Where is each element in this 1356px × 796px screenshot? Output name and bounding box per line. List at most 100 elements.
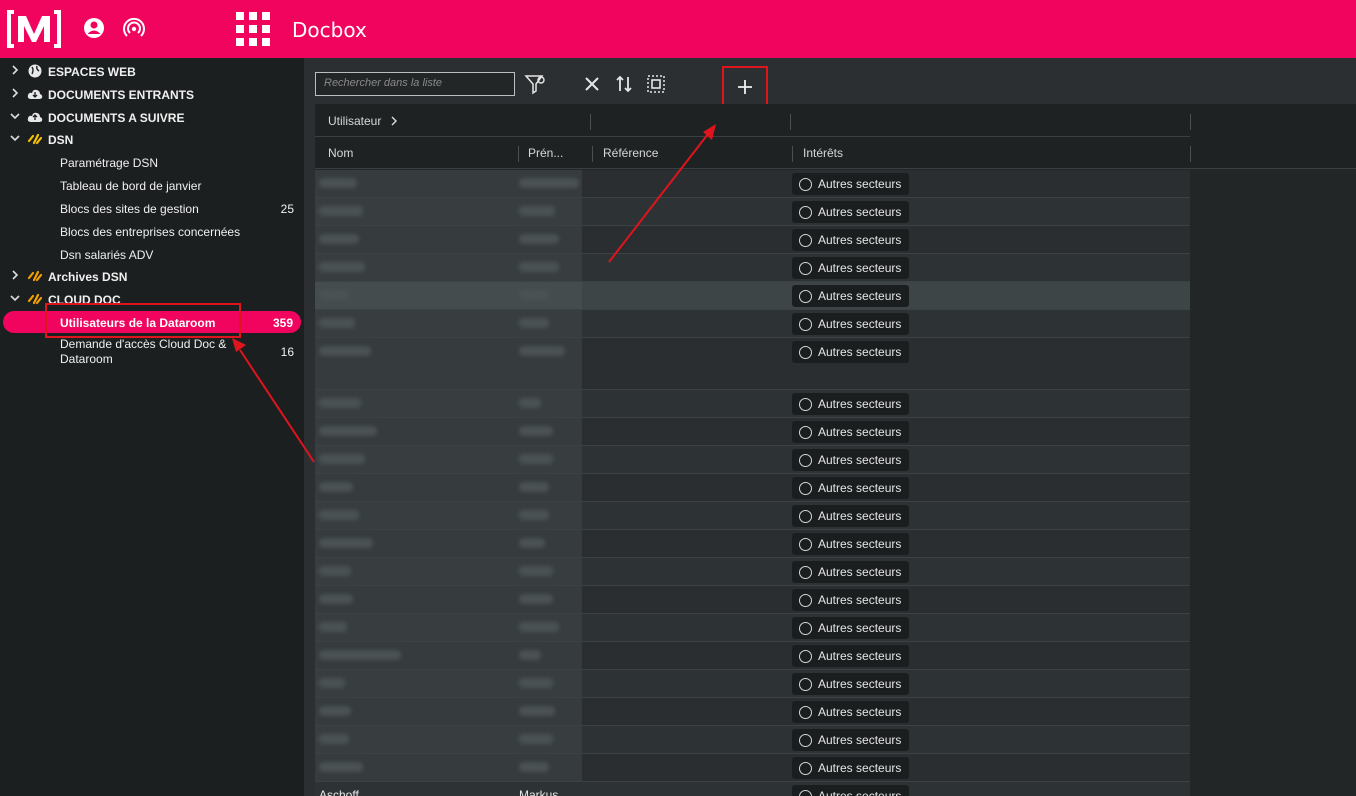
interest-chip[interactable]: Autres secteurs bbox=[792, 201, 910, 223]
interest-chip[interactable]: Autres secteurs bbox=[792, 617, 910, 639]
table-row[interactable]: Autres secteurs bbox=[315, 558, 1190, 586]
interest-chip[interactable]: Autres secteurs bbox=[792, 393, 910, 415]
chevron-down-icon[interactable] bbox=[10, 293, 20, 303]
interest-label: Autres secteurs bbox=[818, 425, 902, 439]
data-grid: Utilisateur Nom Prén... Référence Intérê… bbox=[315, 104, 1356, 796]
cloud-upload-icon bbox=[27, 112, 43, 122]
sidebar-item-blocs-sites[interactable]: Blocs des sites de gestion 25 bbox=[0, 197, 304, 220]
table-row[interactable]: Aschoff Markus Autres secteurs bbox=[315, 782, 1190, 796]
interest-chip[interactable]: Autres secteurs bbox=[792, 561, 910, 583]
chevron-right-icon[interactable] bbox=[389, 116, 399, 126]
sidebar-item-count: 359 bbox=[272, 316, 293, 330]
clear-icon[interactable] bbox=[580, 72, 604, 96]
user-account-icon[interactable] bbox=[82, 16, 106, 40]
dsn-icon bbox=[27, 270, 43, 282]
sidebar-item-blocs-entreprises[interactable]: Blocs des entreprises concernées bbox=[0, 220, 304, 243]
circle-icon bbox=[799, 650, 812, 663]
logo[interactable] bbox=[6, 8, 62, 50]
grid-header: Utilisateur Nom Prén... Référence Intérê… bbox=[315, 104, 1356, 169]
chevron-right-icon[interactable] bbox=[10, 270, 20, 280]
broadcast-icon[interactable] bbox=[122, 16, 146, 40]
chevron-down-icon[interactable] bbox=[10, 133, 20, 143]
table-row[interactable]: Autres secteurs bbox=[315, 170, 1190, 198]
redacted-firstname bbox=[519, 734, 553, 744]
interest-chip[interactable]: Autres secteurs bbox=[792, 421, 910, 443]
table-row[interactable]: Autres secteurs bbox=[315, 614, 1190, 642]
column-header-prenom[interactable]: Prén... bbox=[528, 146, 563, 160]
select-all-icon[interactable] bbox=[644, 72, 668, 96]
table-row[interactable]: Autres secteurs bbox=[315, 530, 1190, 558]
sidebar-item-parametrage-dsn[interactable]: Paramétrage DSN bbox=[0, 151, 304, 174]
sidebar-item-documents-entrants[interactable]: DOCUMENTS ENTRANTS bbox=[0, 83, 304, 106]
interest-label: Autres secteurs bbox=[818, 481, 902, 495]
circle-icon bbox=[799, 398, 812, 411]
interest-chip[interactable]: Autres secteurs bbox=[792, 285, 910, 307]
add-button[interactable] bbox=[722, 66, 768, 107]
interest-chip[interactable]: Autres secteurs bbox=[792, 785, 910, 796]
sidebar-item-tableau-de-bord[interactable]: Tableau de bord de janvier bbox=[0, 174, 304, 197]
redacted-firstname bbox=[519, 318, 549, 328]
table-row[interactable]: Autres secteurs bbox=[315, 254, 1190, 282]
interest-chip[interactable]: Autres secteurs bbox=[792, 673, 910, 695]
column-header-nom[interactable]: Nom bbox=[328, 146, 353, 160]
table-row[interactable]: Autres secteurs bbox=[315, 282, 1190, 310]
chevron-right-icon[interactable] bbox=[10, 65, 20, 75]
table-row[interactable]: Autres secteurs bbox=[315, 226, 1190, 254]
interest-chip[interactable]: Autres secteurs bbox=[792, 449, 910, 471]
redacted-firstname bbox=[519, 706, 555, 716]
redacted-firstname bbox=[519, 206, 555, 216]
table-row[interactable]: Autres secteurs bbox=[315, 502, 1190, 530]
interest-chip[interactable]: Autres secteurs bbox=[792, 533, 910, 555]
interest-chip[interactable]: Autres secteurs bbox=[792, 257, 910, 279]
sidebar-item-label: Dataroom bbox=[60, 352, 113, 366]
table-row[interactable]: Autres secteurs bbox=[315, 338, 1190, 390]
redacted-name bbox=[319, 234, 359, 244]
table-row[interactable]: Autres secteurs bbox=[315, 726, 1190, 754]
interest-chip[interactable]: Autres secteurs bbox=[792, 645, 910, 667]
circle-icon bbox=[799, 206, 812, 219]
redacted-name bbox=[319, 566, 351, 576]
table-row[interactable]: Autres secteurs bbox=[315, 698, 1190, 726]
redacted-firstname bbox=[519, 510, 549, 520]
chevron-down-icon[interactable] bbox=[10, 111, 20, 121]
sidebar-item-dsn-salaries[interactable]: Dsn salariés ADV bbox=[0, 243, 304, 266]
interest-chip[interactable]: Autres secteurs bbox=[792, 505, 910, 527]
circle-icon bbox=[799, 234, 812, 247]
table-row[interactable]: Autres secteurs bbox=[315, 418, 1190, 446]
column-header-reference[interactable]: Référence bbox=[603, 146, 658, 160]
table-row[interactable]: Autres secteurs bbox=[315, 670, 1190, 698]
search-input[interactable]: Rechercher dans la liste bbox=[315, 72, 515, 96]
sidebar-item-archives-dsn[interactable]: Archives DSN bbox=[0, 265, 304, 288]
interest-label: Autres secteurs bbox=[818, 317, 902, 331]
interest-chip[interactable]: Autres secteurs bbox=[792, 477, 910, 499]
group-label[interactable]: Utilisateur bbox=[328, 114, 381, 128]
sidebar-item-demande-acces[interactable]: Demande d'accès Cloud Doc & Dataroom 16 bbox=[0, 336, 304, 370]
interest-chip[interactable]: Autres secteurs bbox=[792, 729, 910, 751]
interest-label: Autres secteurs bbox=[818, 789, 902, 796]
column-header-interets[interactable]: Intérêts bbox=[803, 146, 843, 160]
sidebar-item-documents-a-suivre[interactable]: DOCUMENTS A SUIVRE bbox=[0, 106, 304, 129]
sidebar-item-espaces-web[interactable]: ESPACES WEB bbox=[0, 60, 304, 83]
table-row[interactable]: Autres secteurs bbox=[315, 754, 1190, 782]
table-row[interactable]: Autres secteurs bbox=[315, 586, 1190, 614]
table-row[interactable]: Autres secteurs bbox=[315, 198, 1190, 226]
interest-chip[interactable]: Autres secteurs bbox=[792, 589, 910, 611]
interest-chip[interactable]: Autres secteurs bbox=[792, 757, 910, 779]
table-row[interactable]: Autres secteurs bbox=[315, 446, 1190, 474]
sort-icon[interactable] bbox=[612, 72, 636, 96]
interest-chip[interactable]: Autres secteurs bbox=[792, 313, 910, 335]
table-row[interactable]: Autres secteurs bbox=[315, 390, 1190, 418]
interest-chip[interactable]: Autres secteurs bbox=[792, 229, 910, 251]
table-row[interactable]: Autres secteurs bbox=[315, 642, 1190, 670]
interest-chip[interactable]: Autres secteurs bbox=[792, 341, 910, 363]
redacted-name bbox=[319, 622, 347, 632]
filter-settings-icon[interactable] bbox=[523, 72, 547, 96]
sidebar-item-label: DSN bbox=[48, 133, 74, 147]
interest-chip[interactable]: Autres secteurs bbox=[792, 701, 910, 723]
chevron-right-icon[interactable] bbox=[10, 88, 20, 98]
table-row[interactable]: Autres secteurs bbox=[315, 474, 1190, 502]
sidebar-item-dsn[interactable]: DSN bbox=[0, 128, 304, 151]
table-row[interactable]: Autres secteurs bbox=[315, 310, 1190, 338]
interest-chip[interactable]: Autres secteurs bbox=[792, 173, 910, 195]
apps-grid-icon[interactable] bbox=[236, 12, 270, 46]
